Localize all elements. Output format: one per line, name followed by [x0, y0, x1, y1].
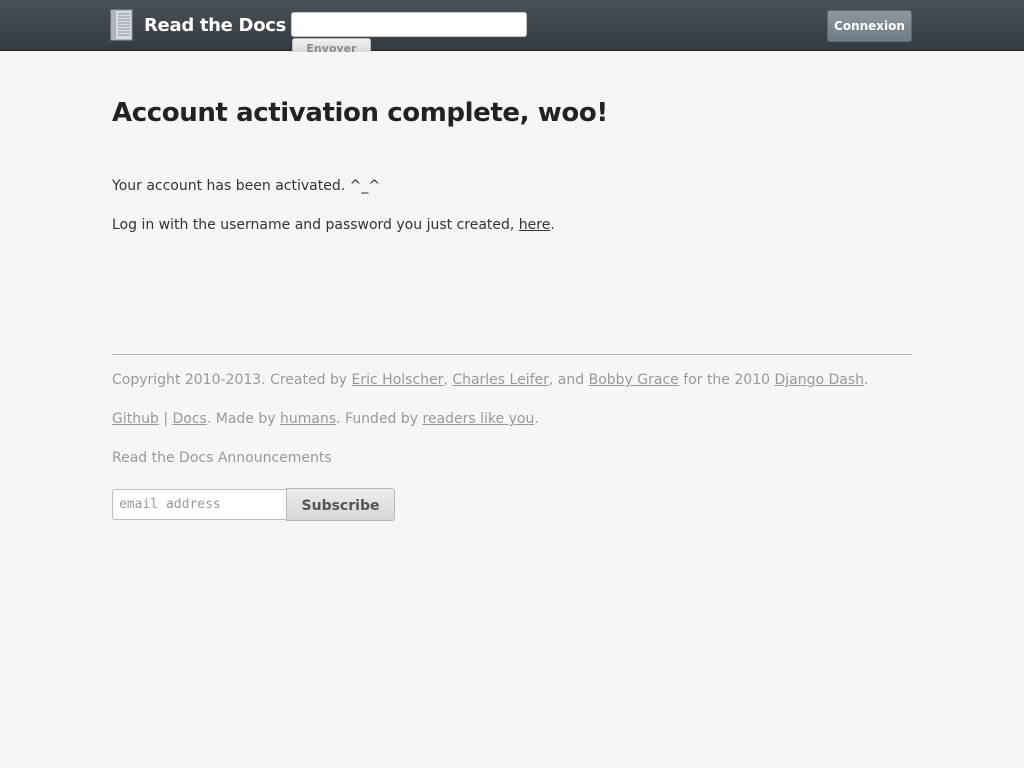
end-period: . [864, 372, 869, 388]
funded-by-text: . Funded by [336, 411, 423, 427]
login-here-link[interactable]: here [519, 217, 551, 233]
site-name: Read the Docs [144, 14, 287, 36]
copyright-text: Copyright 2010-2013. Created by [112, 372, 352, 388]
login-instructions: Log in with the username and password yo… [112, 217, 555, 233]
footer-copyright: Copyright 2010-2013. Created by Eric Hol… [112, 372, 868, 388]
for-text: for the 2010 [678, 372, 775, 388]
newsletter-email-input[interactable] [112, 489, 287, 520]
made-by-text: . Made by [206, 411, 280, 427]
announcements-label: Read the Docs Announcements [112, 450, 332, 466]
separator: , and [548, 372, 589, 388]
page-title: Account activation complete, woo! [112, 98, 608, 128]
humans-link[interactable]: humans [280, 411, 336, 427]
login-text-end: . [550, 217, 555, 233]
book-stack-icon [110, 9, 133, 41]
author-link-bobby[interactable]: Bobby Grace [589, 372, 679, 388]
footer-divider [112, 354, 912, 355]
readers-link[interactable]: readers like you [423, 411, 535, 427]
subscribe-button[interactable]: Subscribe [286, 488, 395, 521]
github-link[interactable]: Github [112, 411, 159, 427]
search-input[interactable] [291, 12, 527, 37]
login-button[interactable]: Connexion [827, 10, 912, 42]
docs-link[interactable]: Docs [173, 411, 207, 427]
search-submit-button[interactable]: Envoyer [292, 38, 371, 52]
author-link-eric[interactable]: Eric Holscher [352, 372, 444, 388]
footer-links: Github | Docs. Made by humans. Funded by… [112, 411, 539, 427]
author-link-charles[interactable]: Charles Leifer [452, 372, 549, 388]
django-dash-link[interactable]: Django Dash [774, 372, 864, 388]
pipe-separator: | [158, 411, 173, 427]
top-navigation-bar: Read the Docs Envoyer Connexion [0, 0, 1024, 52]
login-text: Log in with the username and password yo… [112, 217, 519, 233]
end-period: . [534, 411, 539, 427]
separator: , [443, 372, 453, 388]
activation-message: Your account has been activated. ^_^ [112, 178, 381, 194]
home-logo-link[interactable]: Read the Docs [109, 8, 286, 42]
